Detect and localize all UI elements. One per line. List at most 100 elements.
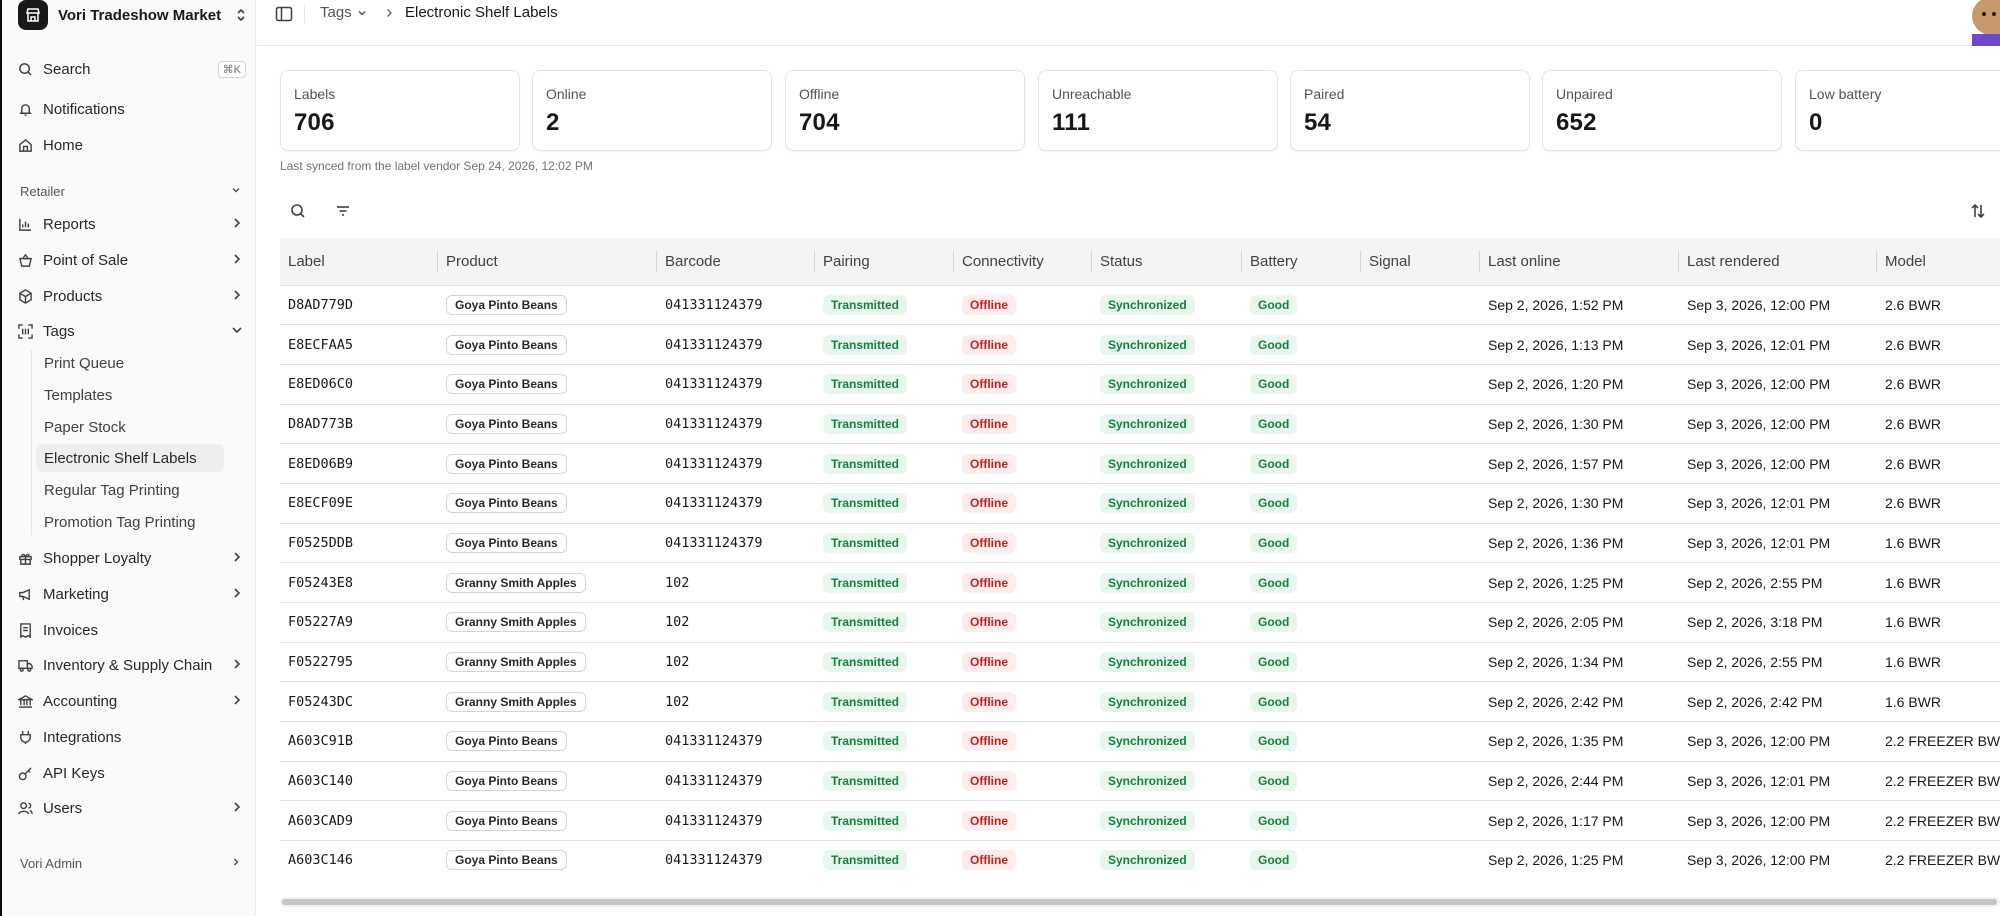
box-icon: [16, 287, 34, 305]
table-row[interactable]: A603CAD9 Goya Pinto Beans 041331124379 Tran…: [280, 800, 2000, 842]
cell-text: Sep 2, 2026, 1:57 PM: [1488, 455, 1624, 472]
sidebar-item-api-keys[interactable]: API Keys: [16, 759, 246, 787]
sidebar-item-invoices[interactable]: Invoices: [16, 616, 246, 644]
table-row[interactable]: F0522795 Granny Smith Apples 102 Transmitte…: [280, 642, 2000, 683]
cell-text: 2.2 FREEZER BW: [1885, 733, 2000, 750]
sidebar-item-products[interactable]: Products: [16, 282, 246, 310]
sidebar-group-retailer[interactable]: Retailer: [20, 184, 242, 199]
stat-card-unpaired: Unpaired 652: [1542, 70, 1782, 151]
column-header[interactable]: Label: [280, 238, 438, 286]
table-cell: Sep 3, 2026, 12:01 PM: [1679, 483, 1877, 524]
cell-text: Sep 2, 2026, 1:25 PM: [1488, 574, 1624, 591]
column-header[interactable]: Last rendered: [1679, 238, 1877, 286]
table-cell: Synchronized: [1092, 443, 1242, 484]
product-chip: Granny Smith Apples: [446, 652, 586, 673]
table-row[interactable]: A603C146 Goya Pinto Beans 041331124379 Tran…: [280, 840, 2000, 880]
search-icon[interactable]: [288, 201, 308, 221]
sidebar-item-home[interactable]: Home: [16, 131, 246, 159]
product-chip: Goya Pinto Beans: [446, 413, 567, 434]
store-switcher[interactable]: Vori Tradeshow Market: [18, 0, 248, 30]
table-row[interactable]: A603C140 Goya Pinto Beans 041331124379 Tran…: [280, 761, 2000, 802]
sidebar-item-marketing[interactable]: Marketing: [16, 580, 246, 608]
table-row[interactable]: F05243DC Granny Smith Apples 102 Transmitte…: [280, 681, 2000, 723]
table-cell: Offline: [954, 324, 1092, 365]
table-cell: 041331124379: [657, 840, 815, 880]
sidebar-item-users[interactable]: Users: [16, 794, 246, 822]
sidebar-subitem-electronic-shelf-labels[interactable]: Electronic Shelf Labels: [36, 444, 224, 472]
table-cell: Sep 3, 2026, 12:00 PM: [1679, 443, 1877, 484]
sidebar-group-vori-admin[interactable]: Vori Admin: [20, 856, 242, 871]
sidebar-item-label: Inventory & Supply Chain: [43, 656, 213, 674]
stat-value: 704: [799, 109, 840, 136]
label-id: A603CAD9: [288, 812, 354, 829]
table-row[interactable]: D8AD779D Goya Pinto Beans 041331124379 Tran…: [280, 285, 2000, 326]
table-row[interactable]: F05243E8 Granny Smith Apples 102 Transmitte…: [280, 562, 2000, 603]
label-id: F0522795: [288, 654, 354, 671]
table-row[interactable]: D8AD773B Goya Pinto Beans 041331124379 Tran…: [280, 404, 2000, 445]
horizontal-scrollbar[interactable]: [280, 897, 2000, 907]
table-cell: F05227A9: [280, 602, 438, 643]
table-cell: Sep 3, 2026, 12:00 PM: [1679, 721, 1877, 762]
sidebar-item-search[interactable]: Search ⌘K: [16, 55, 246, 83]
table-cell: Goya Pinto Beans: [438, 443, 657, 484]
sidebar-item-tags[interactable]: Tags: [16, 317, 246, 345]
column-header[interactable]: Pairing: [815, 238, 954, 286]
table-row[interactable]: E8ECFAA5 Goya Pinto Beans 041331124379 Tran…: [280, 324, 2000, 365]
column-header[interactable]: Status: [1092, 238, 1242, 286]
table-cell: Offline: [954, 642, 1092, 683]
table-row[interactable]: A603C91B Goya Pinto Beans 041331124379 Tran…: [280, 721, 2000, 762]
table-cell: Transmitted: [815, 285, 954, 326]
column-header[interactable]: Last online: [1480, 238, 1679, 286]
sidebar-toggle-icon[interactable]: [275, 6, 293, 22]
filter-icon[interactable]: [333, 201, 353, 221]
sidebar-item-notifications[interactable]: Notifications: [16, 95, 246, 123]
status-badge: Synchronized: [1100, 612, 1195, 633]
cell-text: 1.6 BWR: [1885, 534, 1942, 551]
label-id: E8ECF09E: [288, 495, 354, 512]
status-badge: Offline: [962, 334, 1016, 355]
table-cell: Transmitted: [815, 642, 954, 683]
sidebar-item-point-of-sale[interactable]: Point of Sale: [16, 246, 246, 274]
column-header[interactable]: Model: [1877, 238, 2000, 286]
chart-icon: [16, 215, 34, 233]
column-header[interactable]: Battery: [1242, 238, 1361, 286]
sort-icon[interactable]: [1968, 201, 1988, 221]
table-row[interactable]: F05227A9 Granny Smith Apples 102 Transmitte…: [280, 602, 2000, 643]
status-badge: Synchronized: [1100, 572, 1195, 593]
table-row[interactable]: E8ECF09E Goya Pinto Beans 041331124379 Tran…: [280, 483, 2000, 524]
table-row[interactable]: E8ED06C0 Goya Pinto Beans 041331124379 Tran…: [280, 364, 2000, 405]
sidebar-item-accounting[interactable]: Accounting: [16, 687, 246, 715]
sidebar-subitem-print-queue[interactable]: Print Queue: [44, 349, 224, 377]
table-row[interactable]: F0525DDB Goya Pinto Beans 041331124379 Tran…: [280, 523, 2000, 564]
barcode: 041331124379: [665, 296, 763, 313]
sidebar-subitem-templates[interactable]: Templates: [44, 381, 224, 409]
table-cell: [1361, 602, 1480, 643]
sidebar-item-shopper-loyalty[interactable]: Shopper Loyalty: [16, 544, 246, 572]
sidebar-subitem-paper-stock[interactable]: Paper Stock: [44, 413, 224, 441]
sidebar-item-reports[interactable]: Reports: [16, 210, 246, 238]
sidebar-subitem-promotion-tag-printing[interactable]: Promotion Tag Printing: [44, 508, 224, 536]
table-cell: Offline: [954, 443, 1092, 484]
product-chip: Goya Pinto Beans: [446, 294, 567, 315]
breadcrumb-tags[interactable]: Tags: [320, 4, 368, 21]
sidebar-subitem-regular-tag-printing[interactable]: Regular Tag Printing: [44, 476, 224, 504]
column-header[interactable]: Product: [438, 238, 657, 286]
table-row[interactable]: E8ED06B9 Goya Pinto Beans 041331124379 Tran…: [280, 443, 2000, 484]
sidebar-item-integrations[interactable]: Integrations: [16, 723, 246, 751]
table-cell: E8ED06C0: [280, 364, 438, 405]
truck-icon: [16, 656, 34, 674]
cell-text: Sep 2, 2026, 1:13 PM: [1488, 336, 1624, 353]
table-cell: Synchronized: [1092, 602, 1242, 643]
sidebar-item-inventory[interactable]: Inventory & Supply Chain: [16, 651, 246, 679]
status-badge: Synchronized: [1100, 652, 1195, 673]
scrollbar-thumb[interactable]: [282, 899, 1997, 905]
barcode: 041331124379: [665, 852, 763, 869]
table-cell: Transmitted: [815, 840, 954, 880]
table-cell: Offline: [954, 562, 1092, 603]
product-chip: Goya Pinto Beans: [446, 771, 567, 792]
column-header[interactable]: Barcode: [657, 238, 815, 286]
status-badge: Synchronized: [1100, 374, 1195, 395]
cell-text: Sep 3, 2026, 12:00 PM: [1687, 296, 1831, 313]
column-header[interactable]: Connectivity: [954, 238, 1092, 286]
column-header[interactable]: Signal: [1361, 238, 1480, 286]
